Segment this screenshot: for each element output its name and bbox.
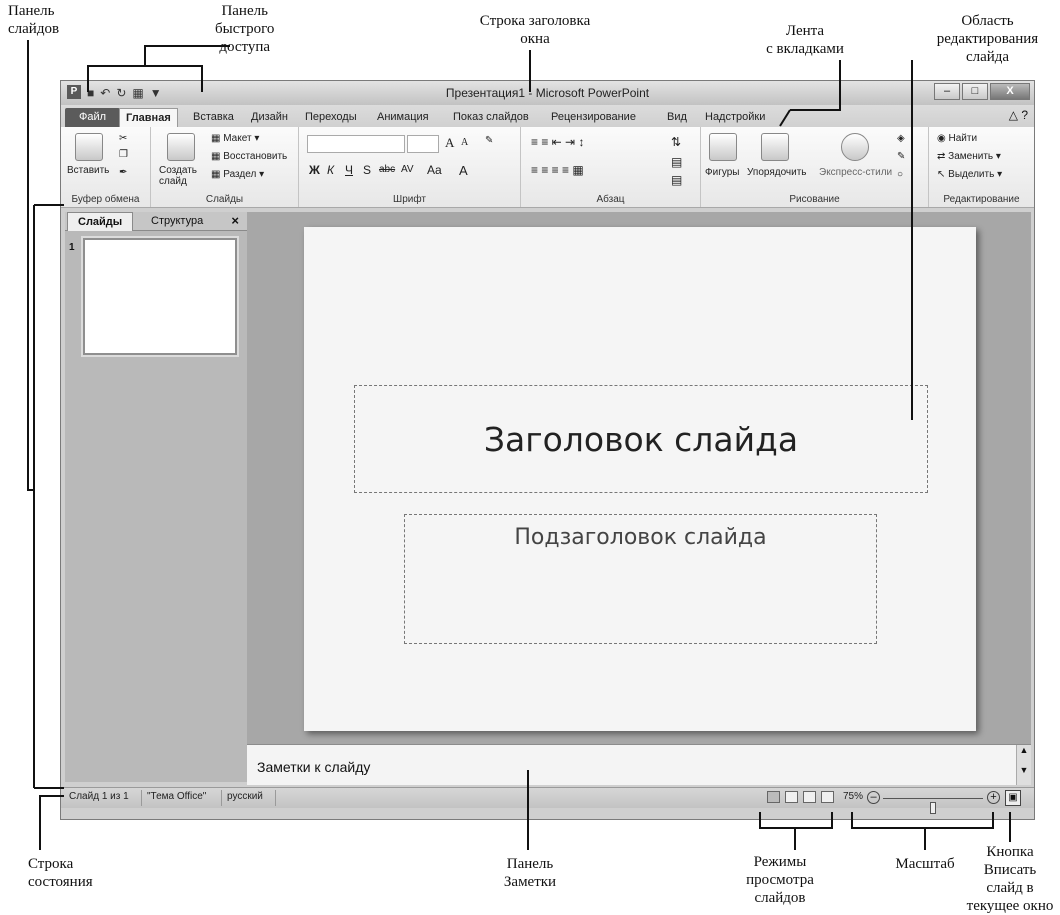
callout-lines <box>0 0 1060 915</box>
